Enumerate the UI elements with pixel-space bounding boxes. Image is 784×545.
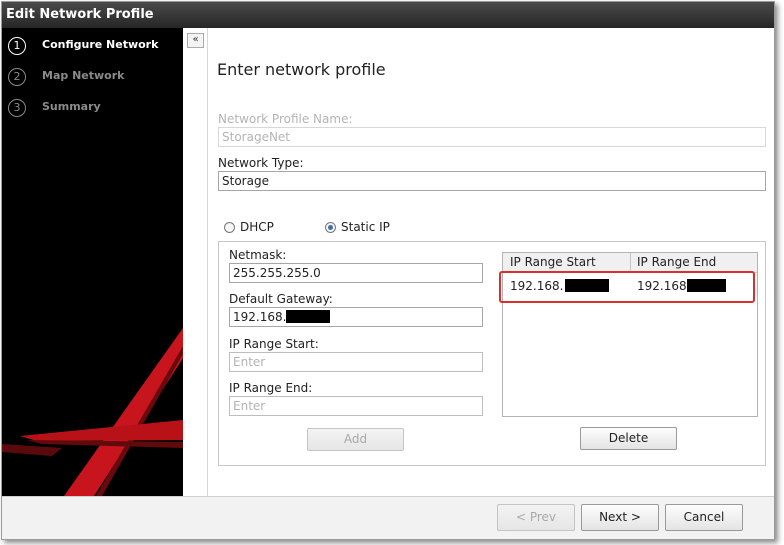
prev-button[interactable]: < Prev — [497, 504, 575, 531]
static-ip-label: Static IP — [341, 220, 390, 234]
main-panel: Enter network profile Network Profile Na… — [208, 28, 774, 496]
column-header-ip-range-start[interactable]: IP Range Start — [510, 253, 596, 272]
dialog-title: Edit Network Profile — [2, 2, 774, 28]
network-type-label: Network Type: — [218, 156, 304, 170]
static-ip-radio[interactable]: Static IP — [325, 220, 390, 234]
column-divider — [630, 253, 631, 272]
radio-unselected-icon — [224, 222, 235, 233]
gateway-value: 192.168. — [233, 310, 287, 324]
step-label: Configure Network — [42, 38, 159, 51]
dhcp-radio[interactable]: DHCP — [224, 220, 274, 234]
profile-name-label: Network Profile Name: — [218, 112, 353, 126]
page-title: Enter network profile — [217, 60, 386, 79]
dialog-footer: < Prev Next > Cancel — [2, 497, 774, 539]
ip-range-end-label: IP Range End: — [229, 381, 313, 395]
redaction-bar — [286, 310, 331, 323]
cancel-button[interactable]: Cancel — [665, 504, 743, 531]
table-header: IP Range Start IP Range End — [503, 253, 757, 273]
radio-selected-icon — [325, 222, 336, 233]
step-label: Map Network — [42, 69, 125, 82]
delete-button[interactable]: Delete — [580, 427, 677, 450]
profile-name-field: StorageNet — [218, 127, 766, 147]
column-header-ip-range-end[interactable]: IP Range End — [637, 253, 716, 272]
network-type-field[interactable]: Storage — [218, 171, 766, 191]
ip-range-end-field[interactable]: Enter — [229, 396, 483, 416]
ip-range-start-label: IP Range Start: — [229, 337, 319, 351]
double-chevron-left-icon: « — [192, 34, 199, 45]
step-number: 3 — [8, 99, 26, 117]
step-number: 2 — [8, 68, 26, 86]
next-button[interactable]: Next > — [581, 504, 659, 531]
red-highlight-box — [499, 271, 755, 303]
add-button[interactable]: Add — [307, 428, 404, 451]
edit-network-profile-dialog: Edit Network Profile 1 Configure Network… — [1, 1, 775, 540]
netmask-label: Netmask: — [229, 248, 287, 262]
decorative-red-graphic — [2, 328, 183, 496]
step-number: 1 — [8, 37, 26, 55]
wizard-sidebar: 1 Configure Network 2 Map Network 3 Summ… — [2, 28, 183, 496]
dhcp-label: DHCP — [240, 220, 274, 234]
default-gateway-field[interactable]: 192.168. — [229, 307, 483, 327]
default-gateway-label: Default Gateway: — [229, 292, 333, 306]
step-label: Summary — [42, 100, 101, 113]
netmask-field[interactable]: 255.255.255.0 — [229, 263, 483, 283]
collapse-sidebar-button[interactable]: « — [187, 33, 204, 48]
ip-range-start-field[interactable]: Enter — [229, 352, 483, 372]
